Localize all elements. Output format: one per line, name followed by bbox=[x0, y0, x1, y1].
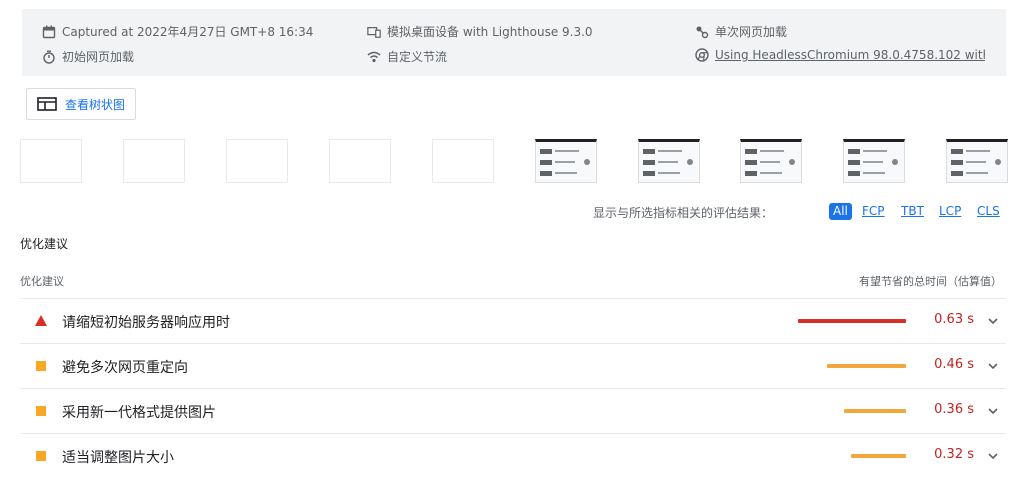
browser-link[interactable]: Using HeadlessChromium 98.0.4758.102 wit… bbox=[715, 48, 985, 62]
calendar-icon bbox=[42, 25, 56, 39]
filmstrip-frame-loaded bbox=[740, 139, 802, 183]
initial-load-item: 初始网页加载 bbox=[42, 48, 134, 65]
chevron-down-icon[interactable] bbox=[986, 404, 1000, 418]
filmstrip-frame-blank bbox=[329, 139, 391, 183]
filmstrip-frame-blank bbox=[20, 139, 82, 183]
savings-bar bbox=[844, 409, 906, 413]
savings-value: 0.63 s bbox=[934, 312, 974, 327]
device-item: 模拟桌面设备 with Lighthouse 9.3.0 bbox=[367, 23, 593, 40]
lighthouse-report: Captured at 2022年4月27日 GMT+8 16:34 初始网页加… bbox=[0, 0, 1024, 481]
metric-filter-label: 显示与所选指标相关的评估结果： bbox=[593, 206, 774, 220]
filmstrip-frame-loaded bbox=[946, 139, 1008, 183]
chevron-down-icon[interactable] bbox=[986, 359, 1000, 373]
view-treemap-label: 查看树状图 bbox=[65, 97, 126, 112]
environment-info-panel: Captured at 2022年4月27日 GMT+8 16:34 初始网页加… bbox=[22, 9, 1006, 76]
chevron-down-icon[interactable] bbox=[986, 449, 1000, 463]
opportunity-title: 请缩短初始服务器响应用时 bbox=[62, 315, 230, 331]
average-square-icon bbox=[36, 451, 46, 461]
opportunity-title: 避免多次网页重定向 bbox=[62, 360, 188, 376]
browser-item[interactable]: Using HeadlessChromium 98.0.4758.102 wit… bbox=[695, 48, 985, 62]
opportunity-row[interactable]: 适当调整图片大小 0.32 s bbox=[20, 434, 1006, 478]
opportunity-title: 适当调整图片大小 bbox=[62, 450, 174, 466]
filter-chip-tbt[interactable]: TBT bbox=[897, 203, 928, 220]
filter-chip-lcp[interactable]: LCP bbox=[935, 203, 965, 220]
fail-triangle-icon bbox=[35, 315, 47, 326]
filter-chip-all[interactable]: All bbox=[829, 203, 852, 220]
filter-chip-cls[interactable]: CLS bbox=[973, 203, 1004, 220]
filmstrip-frame-blank bbox=[123, 139, 185, 183]
savings-value: 0.46 s bbox=[934, 357, 974, 372]
opportunity-column-header: 优化建议 bbox=[20, 275, 64, 288]
capture-time-item: Captured at 2022年4月27日 GMT+8 16:34 bbox=[42, 23, 313, 40]
savings-bar bbox=[798, 319, 906, 323]
wifi-icon bbox=[367, 50, 381, 64]
view-treemap-button[interactable]: 查看树状图 bbox=[26, 88, 136, 120]
single-load-text: 单次网页加载 bbox=[715, 25, 788, 39]
average-square-icon bbox=[36, 406, 46, 416]
throttling-item: 自定义节流 bbox=[367, 48, 447, 65]
average-square-icon bbox=[36, 361, 46, 371]
savings-value: 0.32 s bbox=[934, 447, 974, 462]
filmstrip-frame-loaded bbox=[638, 139, 700, 183]
filter-chip-fcp[interactable]: FCP bbox=[858, 203, 889, 220]
throttling-text: 自定义节流 bbox=[387, 50, 448, 64]
chrome-icon bbox=[695, 48, 709, 62]
devices-icon bbox=[367, 25, 381, 39]
opportunity-title: 采用新一代格式提供图片 bbox=[62, 405, 216, 421]
opportunities-section-title: 优化建议 bbox=[20, 237, 69, 251]
device-text: 模拟桌面设备 with Lighthouse 9.3.0 bbox=[387, 25, 593, 39]
filmstrip-frame-loaded bbox=[535, 139, 597, 183]
chevron-down-icon[interactable] bbox=[986, 314, 1000, 328]
savings-bar bbox=[827, 364, 906, 368]
capture-time-text: Captured at 2022年4月27日 GMT+8 16:34 bbox=[62, 25, 314, 39]
filmstrip-frame-loaded bbox=[843, 139, 905, 183]
opportunity-row[interactable]: 避免多次网页重定向 0.46 s bbox=[20, 344, 1006, 388]
opportunity-row[interactable]: 采用新一代格式提供图片 0.36 s bbox=[20, 389, 1006, 433]
savings-column-header: 有望节省的总时间（估算值） bbox=[859, 275, 1002, 288]
single-load-icon bbox=[695, 25, 709, 39]
filmstrip-frame-blank bbox=[432, 139, 494, 183]
filmstrip-frame-blank bbox=[226, 139, 288, 183]
initial-load-text: 初始网页加载 bbox=[62, 50, 135, 64]
treemap-icon bbox=[37, 97, 57, 111]
single-load-item: 单次网页加载 bbox=[695, 23, 787, 40]
savings-bar bbox=[851, 454, 906, 458]
timer-icon bbox=[42, 50, 56, 64]
savings-value: 0.36 s bbox=[934, 402, 974, 417]
opportunity-row[interactable]: 请缩短初始服务器响应用时 0.63 s bbox=[20, 299, 1006, 343]
